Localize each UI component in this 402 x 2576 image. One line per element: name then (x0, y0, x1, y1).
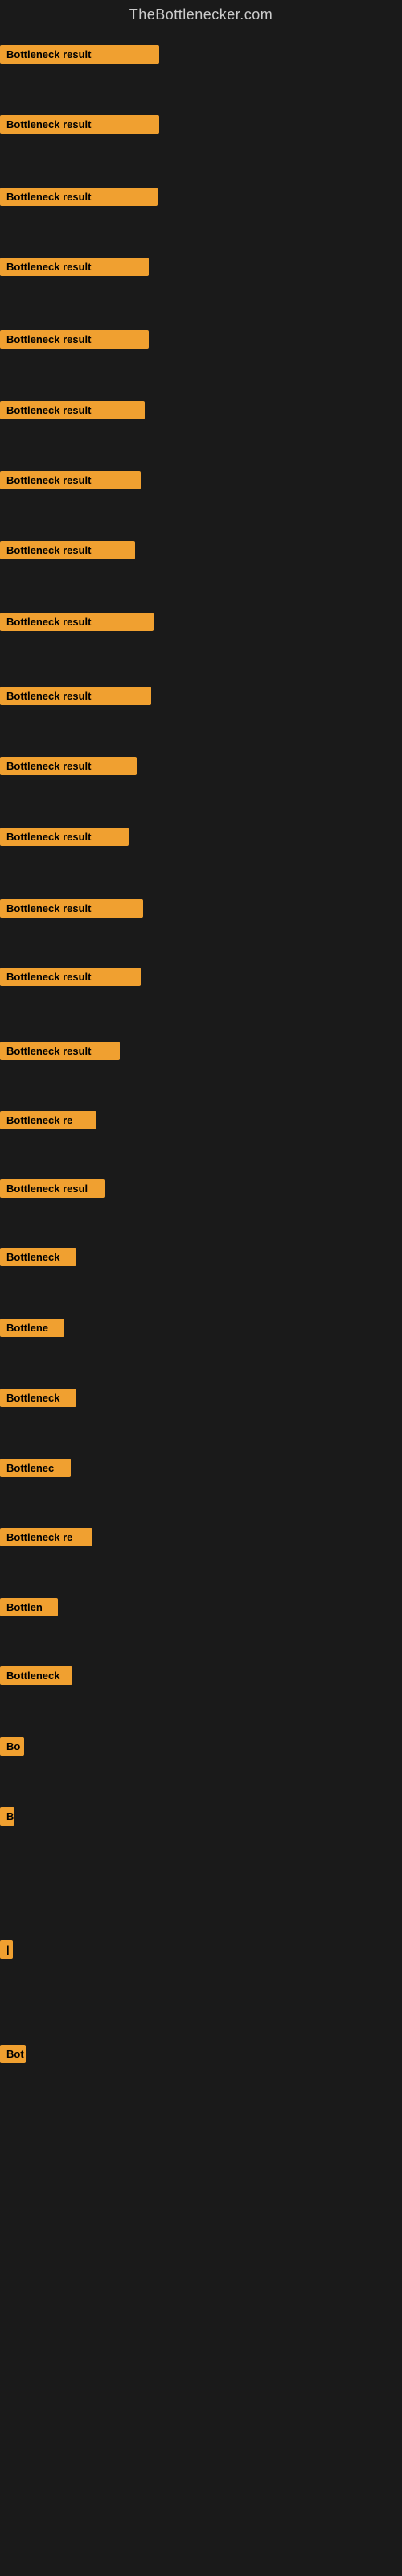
bottleneck-result-item: Bottleneck result (0, 115, 159, 134)
bottleneck-result-item: Bottleneck result (0, 828, 129, 846)
bottleneck-result-item: Bottleneck result (0, 330, 149, 349)
bottleneck-result-item: Bottleneck resul (0, 1179, 105, 1198)
bottleneck-result-item: Bottleneck result (0, 613, 154, 631)
bottleneck-result-item: Bottleneck result (0, 45, 159, 64)
bottleneck-result-item: Bottleneck result (0, 258, 149, 276)
bottleneck-result-item: Bottleneck re (0, 1528, 92, 1546)
bottleneck-result-item: Bottleneck (0, 1248, 76, 1266)
bottleneck-result-item: Bottleneck result (0, 687, 151, 705)
bottleneck-result-item: Bottleneck result (0, 899, 143, 918)
bottleneck-result-item: Bottleneck (0, 1666, 72, 1685)
bottleneck-result-item: Bot (0, 2045, 26, 2063)
bottleneck-result-item: Bottleneck result (0, 1042, 120, 1060)
bottleneck-result-item: Bottlen (0, 1598, 58, 1616)
bottleneck-result-item: Bottleneck (0, 1389, 76, 1407)
bottleneck-result-item: Bottleneck result (0, 471, 141, 489)
bottleneck-result-item: Bottleneck result (0, 757, 137, 775)
bottleneck-result-item: Bottleneck re (0, 1111, 96, 1129)
bottleneck-result-item: Bottleneck result (0, 188, 158, 206)
bottleneck-result-item: Bottleneck result (0, 401, 145, 419)
bottleneck-result-item: Bottleneck result (0, 541, 135, 559)
bottleneck-result-item: Bo (0, 1737, 24, 1756)
bottleneck-result-item: | (0, 1940, 13, 1959)
bottleneck-result-item: B (0, 1807, 14, 1826)
bottleneck-result-item: Bottlene (0, 1319, 64, 1337)
bottleneck-result-item: Bottleneck result (0, 968, 141, 986)
site-title: TheBottlenecker.com (0, 0, 402, 30)
bottleneck-result-item: Bottlenec (0, 1459, 71, 1477)
